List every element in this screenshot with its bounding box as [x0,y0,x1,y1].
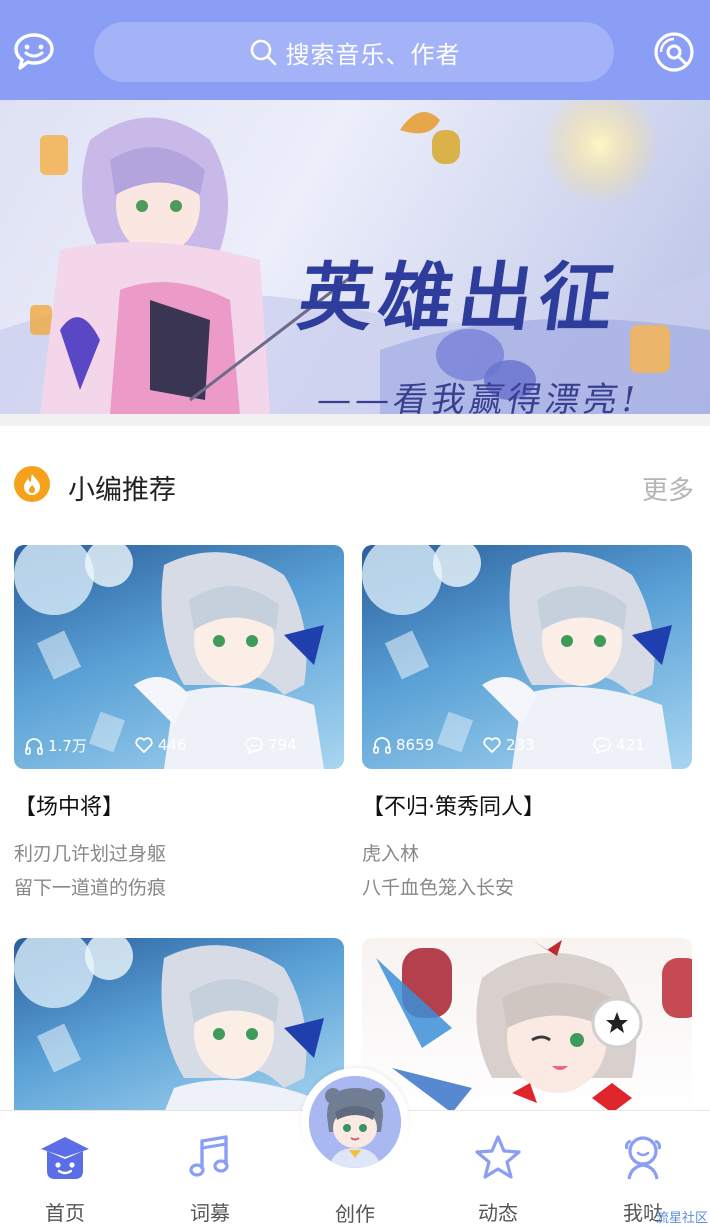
tab-home-label: 首页 [45,1201,85,1225]
tab-create[interactable] [301,1068,409,1176]
star-icon [475,1135,521,1179]
recommend-card-2[interactable]: 8659 233 421 【不归·策秀同人】 虎入林 八千血色笼入长安 [362,545,692,899]
search-input[interactable]: 搜索音乐、作者 [94,22,614,82]
card-artwork [376,940,692,1113]
tab-home[interactable]: 首页 [10,1111,120,1226]
tab-lyrics-label: 词募 [190,1201,230,1225]
like-count[interactable]: 446 [134,735,187,755]
card-thumbnail[interactable] [362,938,692,1113]
recommend-card-1[interactable]: 1.7万 446 794 【场中将】 利刃几许划过身躯 留下一道道的伤痕 [14,545,344,899]
top-header: 搜索音乐、作者 [0,0,710,100]
home-face-icon [41,1137,89,1179]
section-title: 小编推荐 [68,475,176,506]
avatar-icon [309,1076,401,1168]
music-note-icon [189,1135,229,1177]
card-stats: 1.7万 446 794 [14,735,344,759]
comment-count[interactable]: 794 [244,735,297,755]
card-artwork [14,938,324,1113]
tab-lyrics[interactable]: 词募 [155,1111,265,1226]
music-disc-icon[interactable] [652,30,696,74]
heart-icon [135,737,153,753]
headphones-icon [25,737,43,755]
card-lyric-line-1: 利刃几许划过身躯 [14,843,167,865]
search-placeholder: 搜索音乐、作者 [285,40,461,69]
profile-icon [625,1136,661,1180]
tab-feed-label: 动态 [478,1201,518,1225]
card-thumbnail[interactable]: 8659 233 421 [362,545,692,769]
card-lyric-line-2: 留下一道道的伤痕 [14,877,167,899]
fire-icon [14,466,50,502]
card-stats: 8659 233 421 [362,735,692,759]
card-lyric-line-2: 八千血色笼入长安 [362,877,515,899]
play-count: 1.7万 [24,735,87,756]
heart-icon [483,737,501,753]
section-divider [0,414,710,426]
search-icon [250,39,276,66]
banner-title: 英雄出征 [293,255,626,341]
headphones-icon [373,737,391,754]
banner-carousel[interactable]: 英雄出征 ——看我赢得漂亮! [0,100,710,414]
comment-icon [593,737,611,755]
tab-create-label: 创作 [335,1202,375,1226]
play-count: 8659 [372,735,434,755]
comment-count[interactable]: 421 [592,735,645,755]
more-link[interactable]: 更多 [642,470,694,507]
recommend-card-3[interactable] [14,938,344,1113]
comment-icon [245,737,263,755]
card-thumbnail[interactable]: 1.7万 446 794 [14,545,344,769]
watermark-text: 流星社区 [655,1211,708,1226]
card-lyric-line-1: 虎入林 [362,843,420,865]
card-thumbnail[interactable] [14,938,344,1113]
tab-feed[interactable]: 动态 [443,1111,553,1226]
card-title[interactable]: 【不归·策秀同人】 [362,789,692,820]
recommend-card-4[interactable] [362,938,692,1113]
chat-bubble-icon[interactable] [12,30,56,74]
banner-subtitle: ——看我赢得漂亮! [313,380,643,414]
card-title[interactable]: 【场中将】 [14,789,344,820]
like-count[interactable]: 233 [482,735,535,755]
